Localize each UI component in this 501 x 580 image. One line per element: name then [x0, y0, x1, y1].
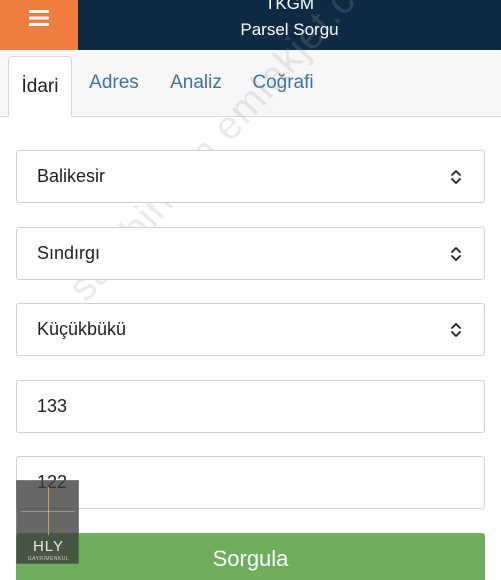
app-screen: TKGM Parsel Sorgu İdari Adres Analiz Coğ…: [0, 0, 501, 580]
parsel-input[interactable]: [16, 456, 485, 509]
tab-idari[interactable]: İdari: [8, 56, 72, 117]
ilce-select-value: Sındırgı: [37, 243, 101, 263]
ada-input[interactable]: [16, 380, 485, 433]
tab-bar: İdari Adres Analiz Coğrafi: [0, 50, 501, 117]
app-subtitle: Parsel Sorgu: [240, 20, 339, 39]
select-chevron-icon: [444, 242, 468, 266]
logo-tagline: GAYRİMENKUL: [27, 556, 70, 562]
mahalle-select[interactable]: Küçükbükü: [16, 303, 485, 356]
menu-button[interactable]: [0, 0, 78, 50]
tab-cografi[interactable]: Coğrafi: [244, 50, 322, 116]
sorgula-button[interactable]: Sorgula: [16, 533, 485, 580]
select-chevron-icon: [444, 165, 468, 189]
logo-divider: [21, 511, 75, 512]
hamburger-icon: [29, 10, 49, 26]
il-select-value: Balikesir: [37, 166, 106, 186]
ilce-select[interactable]: Sındırgı: [16, 227, 485, 280]
agency-logo: HLY GAYRİMENKUL: [16, 480, 79, 564]
tab-analiz[interactable]: Analiz: [160, 50, 232, 116]
select-chevron-icon: [444, 318, 468, 342]
il-select[interactable]: Balikesir: [16, 150, 485, 203]
mahalle-select-value: Küçükbükü: [37, 319, 127, 339]
top-header-bar: TKGM Parsel Sorgu: [0, 0, 501, 50]
logo-mark: HLY: [32, 538, 65, 555]
app-title: TKGM: [264, 0, 315, 13]
tab-adres[interactable]: Adres: [82, 50, 146, 116]
